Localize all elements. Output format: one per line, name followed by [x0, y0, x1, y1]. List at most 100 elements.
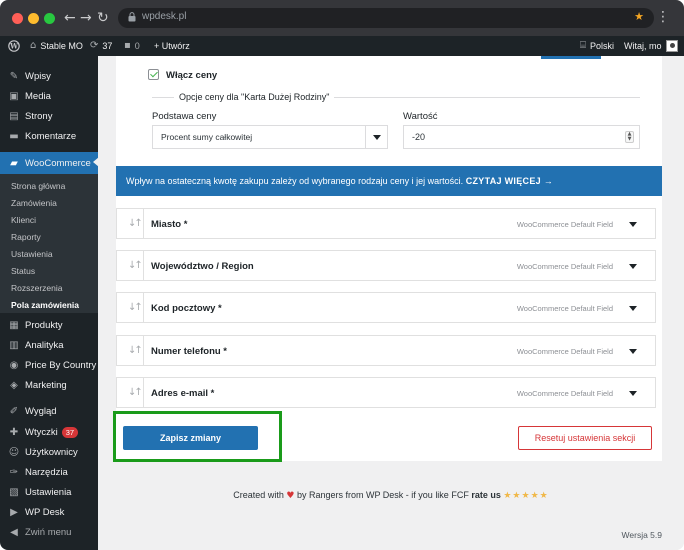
- drag-handle-icon[interactable]: ↓↑: [128, 218, 143, 229]
- sidebar-item-products[interactable]: ▦ Produkty: [0, 315, 98, 335]
- sidebar-item-wpdesk[interactable]: ▶ WP Desk: [0, 502, 98, 522]
- lock-icon: [128, 12, 136, 22]
- field-name: Numer telefonu *: [151, 346, 228, 357]
- page-icon: ▤: [9, 110, 19, 122]
- wordpress-logo-icon[interactable]: W: [8, 36, 20, 56]
- submenu-orders[interactable]: Zamówienia: [11, 198, 57, 208]
- wp-version: Wersja 5.9: [621, 530, 662, 540]
- submenu-settings[interactable]: Ustawienia: [11, 249, 53, 259]
- address-bar[interactable]: wpdesk.pl ★: [118, 8, 654, 28]
- tools-icon: ✑: [9, 466, 19, 478]
- field-row[interactable]: ↓↑ Miasto * WooCommerce Default Field: [116, 208, 656, 239]
- field-tag: WooCommerce Default Field: [516, 347, 613, 356]
- caret-down-icon[interactable]: [629, 349, 637, 354]
- caret-down-icon[interactable]: [629, 222, 637, 227]
- field-row[interactable]: ↓↑ Kod pocztowy * WooCommerce Default Fi…: [116, 292, 656, 323]
- footer-credit: Created with ♥ by Rangers from WP Desk -…: [98, 490, 684, 501]
- save-changes-button[interactable]: Zapisz zmiany: [123, 426, 258, 450]
- price-options-legend: Opcje ceny dla "Karta Dużej Rodziny": [174, 92, 335, 102]
- drag-handle-icon[interactable]: ↓↑: [128, 302, 143, 313]
- rate-us-link[interactable]: rate us: [471, 490, 501, 500]
- sidebar-item-tools[interactable]: ✑ Narzędzia: [0, 462, 98, 482]
- submenu-home[interactable]: Strona główna: [11, 181, 65, 191]
- sidebar-item-label: Marketing: [25, 379, 67, 391]
- enable-prices-checkbox[interactable]: [148, 69, 159, 80]
- submenu-order-fields[interactable]: Pola zamówienia: [11, 300, 79, 310]
- reset-section-button[interactable]: Resetuj ustawienia sekcji: [518, 426, 652, 450]
- bookmark-star-icon[interactable]: ★: [634, 10, 644, 23]
- price-value: -20: [412, 132, 426, 142]
- sidebar-item-label: Price By Country: [25, 359, 97, 371]
- reload-icon[interactable]: ↻: [97, 9, 109, 27]
- price-value-label: Wartość: [403, 111, 438, 122]
- drag-handle-icon[interactable]: ↓↑: [128, 387, 143, 398]
- sidebar-item-plugins[interactable]: ✚ Wtyczki 37: [0, 422, 98, 442]
- drag-handle-icon[interactable]: ↓↑: [128, 260, 143, 271]
- collapse-icon: ◀: [10, 526, 18, 538]
- number-spinner-icon[interactable]: ▲ ▼: [625, 131, 634, 143]
- read-more-link[interactable]: CZYTAJ WIĘCEJ →: [466, 176, 553, 186]
- sidebar-item-media[interactable]: ▣ Media: [0, 86, 98, 106]
- browser-menu-icon[interactable]: ⋮: [656, 9, 670, 25]
- field-name: Województwo / Region: [151, 261, 254, 272]
- account-menu[interactable]: Witaj, mo: [624, 36, 678, 56]
- price-base-select[interactable]: Procent sumy całkowitej: [152, 125, 388, 149]
- browser-toolbar: ← → ↻ wpdesk.pl ★ ⋮: [0, 0, 684, 36]
- tab-indicator: [541, 56, 601, 59]
- drag-handle-icon[interactable]: ↓↑: [128, 345, 143, 356]
- field-row[interactable]: ↓↑ Numer telefonu * WooCommerce Default …: [116, 335, 656, 366]
- woocommerce-submenu: Strona główna Zamówienia Klienci Raporty…: [0, 174, 98, 313]
- sidebar-item-users[interactable]: ☺ Użytkownicy: [0, 442, 98, 462]
- media-icon: ▣: [9, 90, 19, 102]
- submenu-customers[interactable]: Klienci: [11, 215, 36, 225]
- price-value-input[interactable]: -20 ▲ ▼: [403, 125, 640, 149]
- maximize-window-button[interactable]: [44, 13, 55, 24]
- collapse-menu-button[interactable]: ◀ Zwiń menu: [0, 522, 98, 542]
- new-content-link[interactable]: + Utwórz: [154, 36, 190, 56]
- close-window-button[interactable]: [12, 13, 23, 24]
- field-tag: WooCommerce Default Field: [516, 220, 613, 229]
- sidebar-item-settings[interactable]: ▧ Ustawienia: [0, 482, 98, 502]
- sidebar-item-price-by-country[interactable]: ◉ Price By Country: [0, 355, 98, 375]
- field-tag: WooCommerce Default Field: [516, 389, 613, 398]
- sidebar-item-label: Narzędzia: [25, 466, 68, 478]
- divider: [143, 251, 144, 280]
- sidebar-item-marketing[interactable]: ◈ Marketing: [0, 375, 98, 395]
- caret-down-icon[interactable]: [629, 391, 637, 396]
- minimize-window-button[interactable]: [28, 13, 39, 24]
- caret-down-icon[interactable]: [629, 264, 637, 269]
- sidebar-item-label: Produkty: [25, 319, 63, 331]
- forward-arrow-icon[interactable]: →: [80, 9, 92, 27]
- credit-prefix: Created with: [233, 490, 284, 500]
- submenu-reports[interactable]: Raporty: [11, 232, 41, 242]
- sidebar-item-comments[interactable]: ▬ Komentarze: [0, 126, 98, 146]
- sidebar-item-label: WP Desk: [25, 506, 65, 518]
- updates-link[interactable]: ⟳ 37: [90, 36, 112, 56]
- sidebar-item-posts[interactable]: ✎ Wpisy: [0, 66, 98, 86]
- sidebar-item-label: Zwiń menu: [25, 526, 72, 538]
- browser-window: ← → ↻ wpdesk.pl ★ ⋮ W ⌂ Stable MO ⟳ 37 ▪…: [0, 0, 684, 550]
- field-row[interactable]: ↓↑ Województwo / Region WooCommerce Defa…: [116, 250, 656, 281]
- pin-icon: ✎: [9, 70, 19, 82]
- main-content: Włącz ceny Opcje ceny dla "Karta Dużej R…: [98, 56, 684, 550]
- appearance-icon: ✐: [9, 405, 19, 417]
- language-switcher[interactable]: ⌸ Polski: [580, 36, 614, 56]
- sidebar-item-woocommerce[interactable]: ▰ WooCommerce: [0, 152, 99, 174]
- comments-link[interactable]: ▪ 0: [124, 36, 140, 56]
- rating-stars-icon[interactable]: ★★★★★: [503, 491, 548, 501]
- sidebar-item-pages[interactable]: ▤ Strony: [0, 106, 98, 126]
- submenu-extensions[interactable]: Rozszerzenia: [11, 283, 63, 293]
- sidebar-item-label: Wtyczki: [25, 426, 58, 438]
- avatar: [665, 40, 678, 52]
- back-arrow-icon[interactable]: ←: [64, 9, 76, 27]
- sidebar-item-analytics[interactable]: ▥ Analityka: [0, 335, 98, 355]
- submenu-status[interactable]: Status: [11, 266, 35, 276]
- field-row[interactable]: ↓↑ Adres e-mail * WooCommerce Default Fi…: [116, 377, 656, 408]
- site-name-link[interactable]: ⌂ Stable MO: [30, 36, 83, 56]
- products-icon: ▦: [9, 319, 19, 331]
- comment-bubble-icon: ▪: [124, 40, 131, 51]
- sidebar-item-appearance[interactable]: ✐ Wygląd: [0, 401, 98, 421]
- sidebar-item-label: Wpisy: [25, 70, 51, 82]
- caret-down-icon[interactable]: [629, 306, 637, 311]
- price-base-label: Podstawa ceny: [152, 111, 217, 122]
